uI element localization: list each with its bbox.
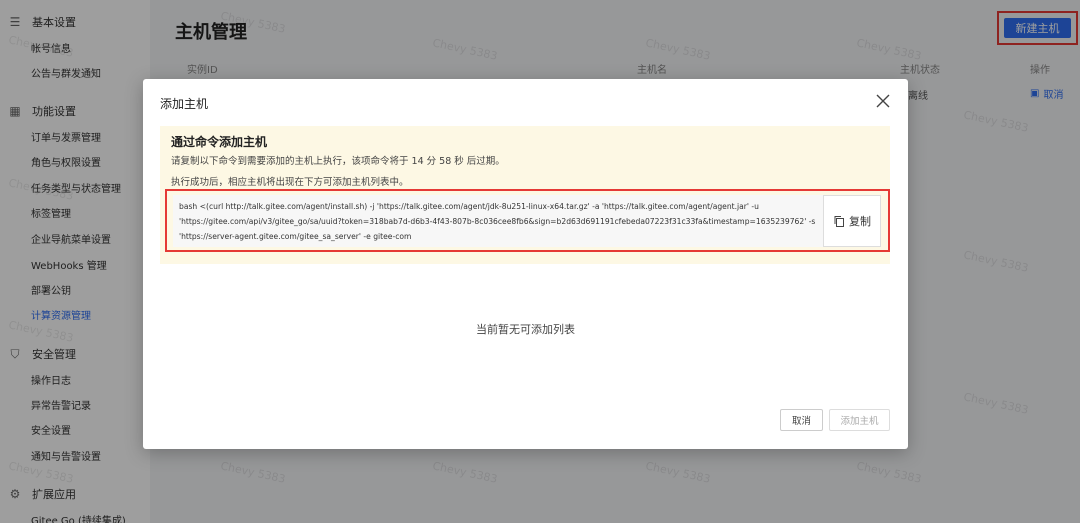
cancel-button[interactable]: 取消 bbox=[780, 409, 823, 431]
add-host-button[interactable]: 添加主机 bbox=[829, 409, 890, 431]
command-line: 'https://gitee.com/api/v3/gitee_go/sa/uu… bbox=[179, 217, 816, 226]
copy-icon bbox=[834, 216, 844, 227]
notice-expiry-text: 请复制以下命令到需要添加的主机上执行，该项命令将于 14 分 58 秒 后过期。 bbox=[171, 156, 505, 167]
command-line: bash <(curl http://talk.gitee.com/agent/… bbox=[179, 202, 759, 211]
empty-list-text: 当前暂无可添加列表 bbox=[476, 323, 575, 336]
add-host-modal: 添加主机 通过命令添加主机 请复制以下命令到需要添加的主机上执行，该项命令将于 … bbox=[143, 79, 908, 449]
command-line: 'https://server-agent.gitee.com/gitee_sa… bbox=[179, 232, 412, 241]
notice-title: 通过命令添加主机 bbox=[171, 135, 268, 149]
notice-result-text: 执行成功后，相应主机将出现在下方可添加主机列表中。 bbox=[171, 177, 409, 188]
command-highlight: bash <(curl http://talk.gitee.com/agent/… bbox=[165, 189, 890, 252]
copy-button[interactable]: 复制 bbox=[823, 195, 881, 247]
command-text[interactable]: bash <(curl http://talk.gitee.com/agent/… bbox=[173, 195, 823, 247]
modal-title: 添加主机 bbox=[160, 97, 209, 111]
close-icon[interactable] bbox=[874, 92, 892, 110]
copy-button-label: 复制 bbox=[849, 215, 871, 228]
